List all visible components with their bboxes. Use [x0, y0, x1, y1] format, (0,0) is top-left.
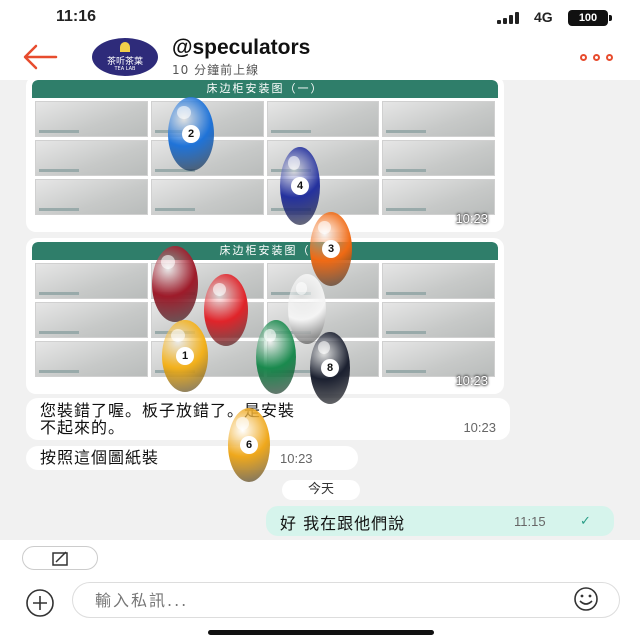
- chat-header: 茶听茶葉 TEA LAB @speculators 10 分鐘前上線: [0, 34, 640, 80]
- avatar-brand-subtitle: TEA LAB: [114, 66, 136, 72]
- billiard-ball-sticker: 4: [280, 147, 320, 225]
- ball-shine: [212, 282, 226, 296]
- message-time: 10:23: [463, 420, 496, 435]
- billiard-ball-sticker: 8: [310, 332, 350, 404]
- more-dot-icon: [580, 54, 587, 61]
- outgoing-message[interactable]: 好 我在跟他們說 11:15 ✓: [266, 506, 614, 536]
- ball-number: 2: [182, 125, 200, 143]
- billiard-ball-sticker: [204, 274, 248, 346]
- ball-shine: [318, 220, 331, 235]
- message-time: 10:23: [280, 451, 313, 466]
- date-divider: 今天: [282, 480, 360, 500]
- avatar[interactable]: 茶听茶葉 TEA LAB: [92, 38, 158, 76]
- ball-number: 4: [291, 177, 309, 195]
- image-grid: [32, 98, 498, 218]
- chat-title[interactable]: @speculators: [172, 36, 310, 60]
- more-dot-icon: [593, 54, 600, 61]
- back-button[interactable]: [20, 40, 60, 74]
- add-attachment-button[interactable]: [22, 585, 58, 621]
- ball-number: 1: [176, 347, 194, 365]
- ball-shine: [264, 328, 276, 343]
- ball-shine: [295, 282, 307, 295]
- network-type: 4G: [534, 9, 553, 25]
- billiard-ball-sticker: [288, 274, 326, 344]
- incoming-message[interactable]: 按照這個圖紙裝 10:23: [26, 446, 358, 470]
- edit-icon: [52, 551, 68, 566]
- billiard-ball-sticker: 2: [168, 97, 214, 171]
- ball-shine: [161, 255, 175, 269]
- billiard-ball-sticker: [256, 320, 296, 394]
- avatar-logo-icon: [120, 42, 130, 52]
- more-options-button[interactable]: [580, 50, 620, 64]
- ball-number: 3: [322, 240, 340, 258]
- ball-shine: [171, 328, 185, 342]
- message-text: 您裝錯了喔。板子放錯了。是安裝: [40, 401, 296, 420]
- signal-icon: [497, 12, 523, 24]
- ball-shine: [177, 105, 191, 120]
- smiley-icon: [574, 587, 598, 611]
- ball-number: 8: [321, 359, 339, 377]
- ball-shine: [318, 340, 330, 354]
- message-time: 10:23: [455, 373, 488, 388]
- read-check-icon: ✓: [580, 514, 591, 529]
- ball-shine: [288, 156, 300, 171]
- image-content: 床边柜安装图（一） 10:23: [32, 80, 498, 228]
- billiard-ball-sticker: 3: [310, 212, 352, 286]
- billiard-ball-sticker: [152, 246, 198, 322]
- status-bar: 11:16 4G 100: [0, 0, 640, 34]
- back-arrow-icon: [23, 44, 58, 70]
- emoji-button[interactable]: [566, 584, 606, 614]
- message-time: 11:15: [514, 514, 546, 529]
- battery-icon: 100: [568, 10, 612, 26]
- billiard-ball-sticker: 6: [228, 408, 270, 482]
- message-text: 好 我在跟他們說: [280, 514, 406, 533]
- sticker-toggle-button[interactable]: [22, 546, 98, 570]
- message-text: 按照這個圖紙裝: [40, 448, 160, 467]
- composer-bar: [0, 540, 640, 640]
- message-time: 10:23: [455, 211, 488, 226]
- more-dot-icon: [606, 54, 613, 61]
- billiard-ball-sticker: 1: [162, 320, 208, 392]
- home-indicator: [208, 630, 434, 635]
- image-title: 床边柜安装图（: [32, 242, 498, 260]
- ball-shine: [236, 416, 249, 431]
- status-time: 11:16: [56, 8, 97, 25]
- ball-number: 6: [240, 436, 258, 454]
- plus-circle-icon: [26, 589, 54, 617]
- chat-status: 10 分鐘前上線: [172, 63, 260, 77]
- image-title: 床边柜安装图（一）: [32, 80, 498, 98]
- message-input[interactable]: [72, 582, 620, 618]
- image-message[interactable]: 床边柜安装图（一） 10:23: [26, 80, 504, 232]
